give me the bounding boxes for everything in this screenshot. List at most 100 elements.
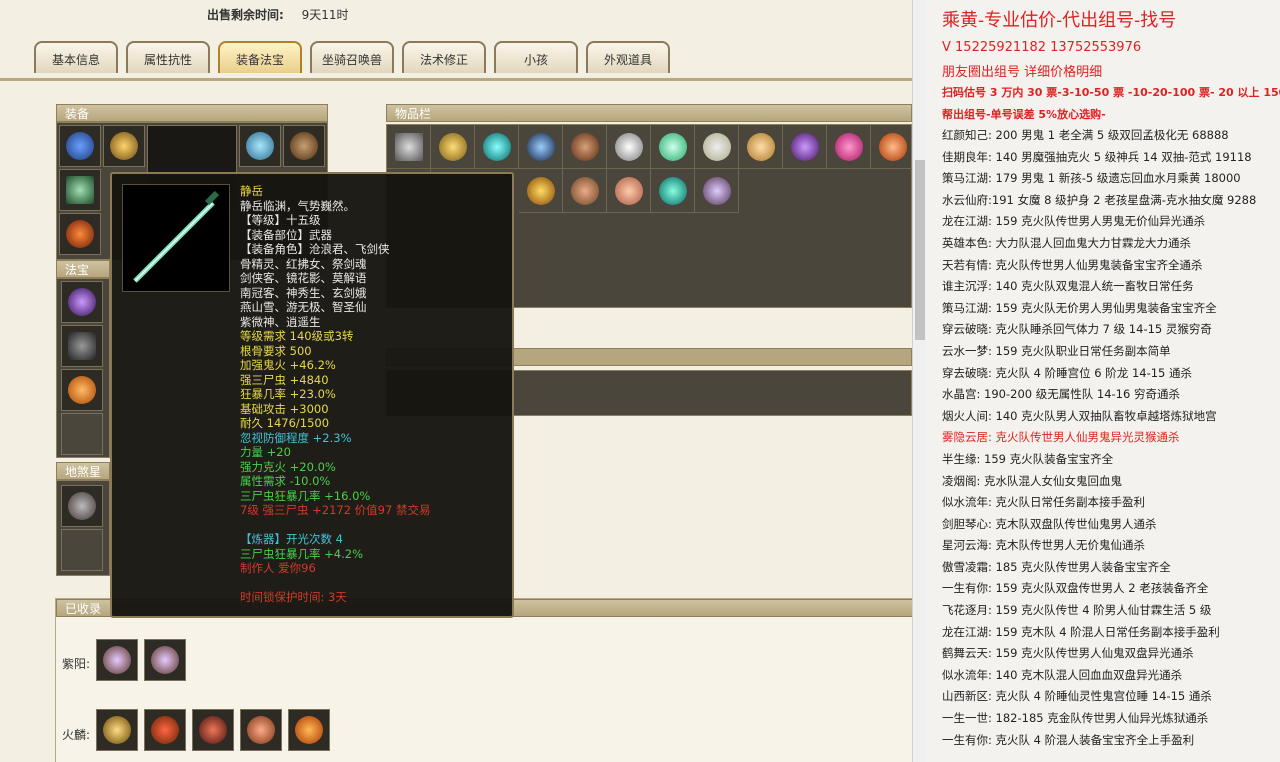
right-pane: 乘黄-专业估价-代出组号-找号 V 15225921182 1375255397… [926, 0, 1280, 762]
tooltip-line: 强三尸虫 +4840 [240, 372, 329, 387]
inventory-slot[interactable] [827, 125, 871, 169]
sale-time-label: 出售剩余时间: [207, 8, 284, 22]
account-list-item: 龙在江湖: 159 克木队 4 阶混人日常任务副本接手盈利 [942, 624, 1220, 639]
sale-time-value: 9天11时 [301, 8, 349, 22]
account-list-item: 半生缘: 159 克火队装备宝宝齐全 [942, 451, 1114, 466]
tooltip-line: 时间锁保护时间: 3天 [240, 590, 347, 604]
fabao-slot[interactable] [61, 413, 103, 455]
tab-mount-summon[interactable]: 坐骑召唤兽 [310, 41, 394, 73]
inventory-slot[interactable] [607, 125, 651, 169]
tooltip-lines: 静岳临渊，气势巍然。 【等级】十五级 【装备部位】武器 【装备角色】沧浪君、飞剑侠 骨精… [240, 199, 508, 605]
tab-equipment[interactable]: 装备法宝 [218, 41, 302, 73]
tooltip-line [240, 518, 508, 533]
tooltip-line: 【装备部位】武器 [240, 227, 332, 242]
inventory-slot[interactable] [695, 169, 739, 213]
account-list-item: 星河云海: 克木队传世男人无价鬼仙通杀 [942, 538, 1146, 553]
collected-item[interactable] [144, 639, 186, 681]
tooltip-item-name: 静岳 [240, 184, 263, 198]
tooltip-line: 【装备角色】沧浪君、飞剑侠 [240, 242, 390, 256]
right-line3: 扫码估号 3 万内 30 票-3-10-50 票 -10-20-100 票- 2… [942, 86, 1280, 99]
inventory-slot[interactable] [519, 125, 563, 169]
fabao-grid [56, 278, 110, 458]
collected-item[interactable] [240, 709, 282, 751]
collected-item[interactable] [96, 639, 138, 681]
right-phone: V 15225921182 13752553976 [942, 40, 1142, 55]
sale-remaining-time: 出售剩余时间: 9天11时 [207, 6, 349, 23]
right-line4: 帮出组号-单号误差 5%放心选购- [942, 108, 1106, 121]
tooltip-line: 南冠客、神秀生、玄剑娥 [240, 285, 367, 300]
disha-grid [56, 480, 110, 576]
equip-slot-belt[interactable] [59, 213, 101, 255]
inventory-slot[interactable] [695, 125, 739, 169]
tooltip-line: 【炼器】开光次数 4 [240, 532, 343, 546]
account-list-item: 烟火人间: 140 克火队男人双抽队畜牧卓越塔炼狱地宫 [942, 408, 1217, 423]
equip-slot-necklace[interactable] [103, 125, 145, 167]
tooltip-text: 静岳 静岳临渊，气势巍然。 【等级】十五级 【装备部位】武器 【装备角色】沧浪君、飞剑… [240, 184, 508, 605]
collected-item[interactable] [144, 709, 186, 751]
account-list-item: 凌烟阁: 克水队混人女仙女鬼回血鬼 [942, 473, 1123, 488]
tooltip-line: 三尸虫狂暴几率 +16.0% [240, 488, 371, 503]
equipment-panel-header: 装备 [56, 104, 328, 122]
equip-slot-helmet[interactable] [59, 125, 101, 167]
inventory-slot[interactable] [871, 125, 912, 169]
fabao-slot[interactable] [61, 325, 103, 367]
inventory-slot[interactable] [563, 169, 607, 213]
inventory-slot[interactable] [607, 169, 651, 213]
tooltip-line: 静岳临渊，气势巍然。 [240, 198, 355, 213]
tooltip-line: 【等级】十五级 [240, 213, 321, 227]
inventory-slot[interactable] [387, 125, 431, 169]
inventory-slot[interactable] [651, 169, 695, 213]
equip-slot-armor[interactable] [283, 125, 325, 167]
account-list-item: 剑胆琴心: 克木队双盘队传世仙鬼男人通杀 [942, 516, 1157, 531]
account-list-item: 一生一世: 182-185 克金队传世男人仙异光炼狱通杀 [942, 711, 1209, 726]
ziyang-label: 紫阳: [62, 657, 91, 671]
tooltip-line: 骨精灵、红拂女、祭剑魂 [240, 256, 367, 271]
tooltip-line: 制作人 爱你96 [240, 561, 316, 575]
scrollbar-thumb[interactable] [915, 160, 925, 340]
tab-spell-fix[interactable]: 法术修正 [402, 41, 486, 73]
disha-slot[interactable] [61, 529, 103, 571]
account-list-item: 飞花逐月: 159 克火队传世 4 阶男人仙甘霖生活 5 级 [942, 603, 1212, 618]
fabao-slot[interactable] [61, 281, 103, 323]
tooltip-line: 三尸虫狂暴几率 +4.2% [240, 546, 364, 561]
inventory-slot[interactable] [783, 125, 827, 169]
right-title: 乘黄-专业估价-代出组号-找号 [942, 10, 1177, 31]
account-list-item: 一生有你: 克火队 4 阶混人装备宝宝齐全上手盈利 [942, 732, 1195, 747]
sword-image [122, 184, 230, 292]
account-list-item: 水云仙府:191 女魔 8 级护身 2 老孩星盘满-克水抽女魔 9288 [942, 192, 1257, 207]
inventory-slot[interactable] [519, 169, 563, 213]
right-line2: 朋友圈出组号 详细价格明细 [942, 65, 1103, 80]
tooltip-line: 属性需求 -10.0% [240, 474, 331, 488]
tab-child[interactable]: 小孩 [494, 41, 578, 73]
account-list-item: 佳期良年: 140 男魔强抽克火 5 级神兵 14 双抽-范式 19118 [942, 149, 1252, 164]
inventory-slot[interactable] [431, 125, 475, 169]
account-list-item: 红颜知己: 200 男鬼 1 老全满 5 级双回孟极化无 68888 [942, 128, 1229, 142]
collected-item[interactable] [192, 709, 234, 751]
inventory-slot[interactable] [651, 125, 695, 169]
disha-slot[interactable] [61, 485, 103, 527]
tooltip-line: 忽视防御程度 +2.3% [240, 430, 352, 445]
tooltip-line: 剑侠客、镜花影、莫解语 [240, 271, 367, 285]
tab-attributes[interactable]: 属性抗性 [126, 41, 210, 73]
account-list-item: 策马江湖: 159 克火队无价男人男仙男鬼装备宝宝齐全 [942, 300, 1217, 315]
collected-item[interactable] [96, 709, 138, 751]
fabao-slot[interactable] [61, 369, 103, 411]
account-list-item: 水晶宫: 190-200 级无属性队 14-16 穷奇通杀 [942, 387, 1180, 402]
account-list-item: 英雄本色: 大力队混人回血鬼大力甘霖龙大力通杀 [942, 235, 1192, 250]
tooltip-line: 耐久 1476/1500 [240, 416, 330, 430]
collected-item[interactable] [288, 709, 330, 751]
tooltip-line: 燕山雪、游无极、智圣仙 [240, 300, 367, 314]
tab-basic-info[interactable]: 基本信息 [34, 41, 118, 73]
equip-slot-mask[interactable] [239, 125, 281, 167]
inventory-slot[interactable] [475, 125, 519, 169]
scrollbar[interactable] [912, 0, 927, 762]
inventory-slot[interactable] [563, 125, 607, 169]
account-list-item: 龙在江湖: 159 克火队传世男人男鬼无价仙异光通杀 [942, 214, 1206, 229]
tab-bar: 基本信息 属性抗性 装备法宝 坐骑召唤兽 法术修正 小孩 外观道具 [0, 38, 912, 81]
left-pane: 出售剩余时间: 9天11时 基本信息 属性抗性 装备法宝 坐骑召唤兽 法术修正 … [0, 0, 912, 762]
huolin-label: 火麟: [62, 728, 91, 742]
tooltip-line: 强力克火 +20.0% [240, 459, 336, 474]
inventory-slot[interactable] [739, 125, 783, 169]
equip-slot-weapon[interactable] [59, 169, 101, 211]
tab-appearance[interactable]: 外观道具 [586, 41, 670, 73]
